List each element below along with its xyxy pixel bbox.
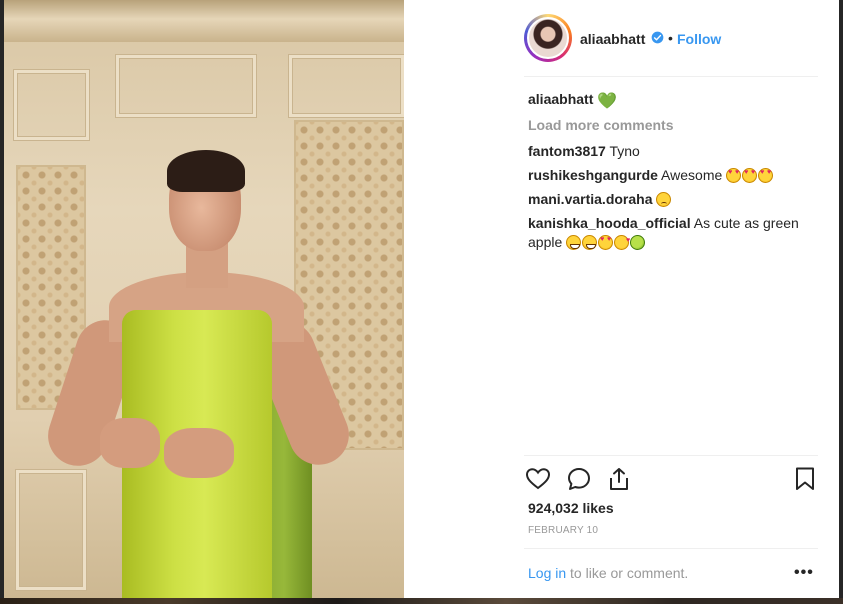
post-side-panel: aliaabhatt • Follow aliaabhatt 💚 Load mo… — [404, 0, 839, 598]
heart-outline-icon[interactable] — [525, 466, 551, 492]
share-upload-icon[interactable] — [606, 466, 632, 492]
actions-divider — [524, 455, 818, 456]
background-strip — [0, 598, 843, 604]
wall-panel — [14, 70, 89, 140]
comment-item: mani.vartia.doraha — [528, 190, 818, 209]
hand-right — [164, 428, 234, 478]
comment-username[interactable]: mani.vartia.doraha — [528, 191, 653, 207]
post-photo[interactable] — [4, 0, 404, 598]
comment-item: rushikeshgangurde Awesome — [528, 166, 818, 185]
caption-text: 💚 — [597, 93, 618, 110]
bookmark-icon[interactable] — [792, 466, 818, 492]
avatar-story-ring[interactable] — [524, 14, 572, 62]
more-options-button[interactable]: ••• — [794, 564, 814, 582]
separator-dot: • — [668, 30, 673, 46]
caption: aliaabhatt 💚 — [528, 90, 828, 111]
heart-eyes-emoji-icon — [758, 168, 774, 183]
wall-panel — [116, 55, 256, 117]
photo-cornice — [4, 0, 404, 42]
hair — [167, 150, 245, 192]
comment-username[interactable]: kanishka_hooda_official — [528, 215, 691, 231]
wall-panel — [289, 55, 404, 117]
verified-badge-icon — [651, 31, 664, 44]
green-apple-emoji-icon — [630, 235, 646, 250]
caption-username[interactable]: aliaabhatt — [528, 91, 593, 107]
login-prompt: Log in to like or comment. — [528, 565, 688, 581]
comment-item: kanishka_hooda_official As cute as green… — [528, 214, 818, 252]
avatar[interactable] — [527, 17, 569, 59]
sad-emoji-icon — [656, 192, 672, 207]
load-more-comments-button[interactable]: Load more comments — [528, 117, 673, 133]
follow-button[interactable]: Follow — [677, 31, 721, 47]
header-username[interactable]: aliaabhatt — [580, 31, 645, 47]
kiss-emoji-icon — [614, 231, 630, 250]
hand-left — [100, 418, 160, 468]
heart-eyes-emoji-icon — [742, 168, 758, 183]
comment-text: Awesome — [661, 167, 723, 183]
comment-username[interactable]: rushikeshgangurde — [528, 167, 658, 183]
post-modal: aliaabhatt • Follow aliaabhatt 💚 Load mo… — [4, 0, 839, 598]
grin-emoji-icon — [566, 235, 582, 250]
grin-emoji-icon — [582, 235, 598, 250]
speech-bubble-icon[interactable] — [566, 466, 592, 492]
comment-username[interactable]: fantom3817 — [528, 143, 606, 159]
post-date[interactable]: FEBRUARY 10 — [528, 525, 598, 536]
bottom-divider — [524, 548, 818, 549]
login-link[interactable]: Log in — [528, 565, 566, 581]
wall-panel — [16, 470, 86, 590]
login-prompt-text: to like or comment. — [566, 565, 689, 581]
likes-count[interactable]: 924,032 likes — [528, 500, 614, 516]
comment-text: Tyno — [609, 143, 640, 159]
heart-eyes-emoji-icon — [598, 235, 614, 250]
heart-eyes-emoji-icon — [726, 168, 742, 183]
comment-item: fantom3817 Tyno — [528, 142, 818, 161]
header-divider — [524, 76, 818, 77]
